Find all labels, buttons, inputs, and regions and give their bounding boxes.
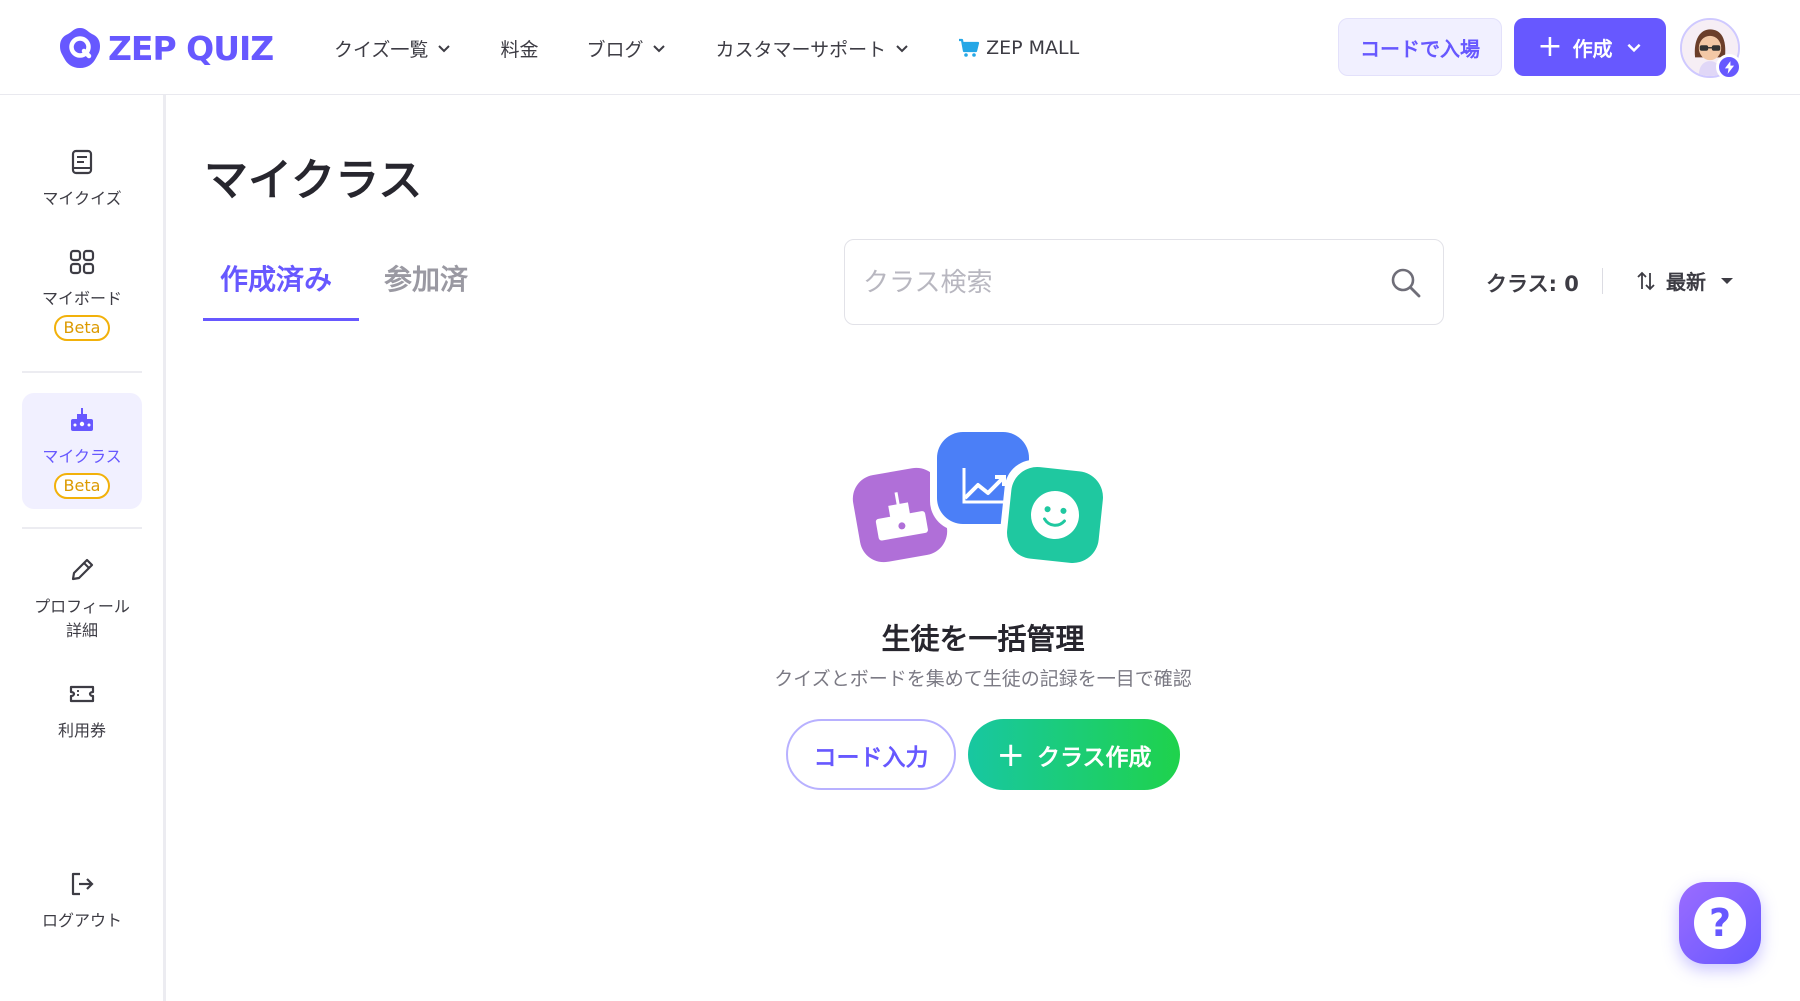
smile-tile-icon bbox=[999, 459, 1111, 571]
logo-text: ZEP QUIZ bbox=[108, 28, 274, 68]
nav-blog[interactable]: ブログ bbox=[586, 35, 667, 62]
create-class-label: クラス作成 bbox=[1036, 744, 1152, 771]
toolbar-divider bbox=[1602, 268, 1603, 294]
sidebar-item-label: 利用券 bbox=[57, 721, 106, 740]
enter-code-label: コード入力 bbox=[813, 744, 929, 771]
sidebar-divider bbox=[22, 371, 142, 373]
pencil-icon bbox=[71, 558, 94, 581]
sidebar-item-logout[interactable]: ログアウト bbox=[22, 869, 142, 931]
empty-state-subtitle: クイズとボードを集めて生徒の記録を一目で確認 bbox=[774, 668, 1192, 690]
enter-with-code-button[interactable]: コードで入場 bbox=[1338, 18, 1502, 76]
class-count: クラス: 0 bbox=[1486, 272, 1579, 296]
empty-state-title: 生徒を一括管理 bbox=[881, 622, 1085, 656]
question-icon: ? bbox=[1694, 897, 1746, 949]
sidebar-item-label-line1: プロフィール bbox=[34, 597, 130, 616]
sidebar-item-label: マイクラス bbox=[42, 447, 122, 466]
cart-icon bbox=[959, 38, 980, 57]
nav-pricing-label: 料金 bbox=[500, 38, 539, 61]
sidebar-item-my-class[interactable]: マイクラス Beta bbox=[22, 393, 142, 509]
logo[interactable]: ZEP QUIZ bbox=[58, 24, 274, 72]
logo-icon bbox=[60, 28, 100, 68]
sidebar-item-label: ログアウト bbox=[41, 911, 122, 930]
grid-icon bbox=[69, 249, 95, 275]
beta-badge: Beta bbox=[53, 315, 111, 341]
create-button-label: 作成 bbox=[1572, 36, 1613, 61]
nav-pricing[interactable]: 料金 bbox=[500, 35, 538, 62]
caret-down-icon bbox=[1721, 277, 1733, 284]
chevron-down-icon bbox=[1627, 43, 1641, 53]
sidebar-item-label: マイクイズ bbox=[42, 189, 122, 208]
nav-blog-label: ブログ bbox=[586, 38, 644, 61]
active-tab-indicator bbox=[203, 318, 359, 321]
help-chat-button[interactable]: ? bbox=[1679, 882, 1761, 964]
plus-icon: + bbox=[996, 734, 1025, 775]
class-search-box bbox=[844, 239, 1444, 325]
logout-icon bbox=[71, 872, 94, 896]
nav-zep-mall[interactable]: ZEP MALL bbox=[958, 37, 1079, 59]
sort-icon bbox=[1637, 271, 1655, 290]
nav-quiz-list-label: クイズ一覧 bbox=[334, 38, 429, 61]
page-title: マイクラス bbox=[204, 155, 423, 206]
search-icon[interactable] bbox=[1389, 266, 1423, 300]
class-search-input[interactable] bbox=[863, 262, 1363, 304]
sort-label: 最新 bbox=[1666, 270, 1706, 294]
sidebar-item-label: マイボード bbox=[41, 289, 122, 308]
plus-icon: + bbox=[1537, 29, 1563, 64]
sidebar: マイクイズ マイボード Beta マイクラス Beta プロフィール 詳細 利用… bbox=[0, 95, 166, 1001]
class-illustration bbox=[846, 425, 1111, 571]
chevron-down-icon bbox=[653, 45, 666, 53]
tab-created[interactable]: 作成済み bbox=[220, 258, 332, 298]
sidebar-item-my-board[interactable]: マイボード Beta bbox=[22, 247, 142, 341]
nav-customer-support[interactable]: カスタマーサポート bbox=[715, 35, 910, 62]
enter-with-code-label: コードで入場 bbox=[1360, 36, 1480, 61]
sidebar-divider bbox=[22, 527, 142, 529]
create-class-button[interactable]: + クラス作成 bbox=[968, 719, 1180, 790]
tab-joined[interactable]: 参加済 bbox=[384, 258, 468, 298]
create-button[interactable]: + 作成 bbox=[1514, 18, 1666, 76]
beta-badge: Beta bbox=[53, 473, 111, 499]
chevron-down-icon bbox=[438, 45, 451, 53]
sidebar-item-my-quiz[interactable]: マイクイズ bbox=[22, 147, 142, 209]
top-header: ZEP QUIZ クイズ一覧 料金 ブログ カスタマーサポート ZEP MALL bbox=[0, 0, 1800, 95]
nav-zep-mall-label: ZEP MALL bbox=[986, 37, 1080, 59]
chevron-down-icon bbox=[896, 45, 908, 53]
book-icon bbox=[71, 149, 93, 175]
enter-code-button[interactable]: コード入力 bbox=[786, 719, 956, 790]
main-nav: クイズ一覧 料金 ブログ カスタマーサポート ZEP MALL bbox=[334, 28, 1127, 68]
nav-customer-support-label: カスタマーサポート bbox=[715, 38, 887, 61]
lightning-badge-icon bbox=[1716, 54, 1742, 80]
nav-quiz-list[interactable]: クイズ一覧 bbox=[334, 35, 452, 62]
class-icon bbox=[71, 408, 93, 431]
sort-dropdown[interactable]: 最新 bbox=[1636, 266, 1734, 295]
